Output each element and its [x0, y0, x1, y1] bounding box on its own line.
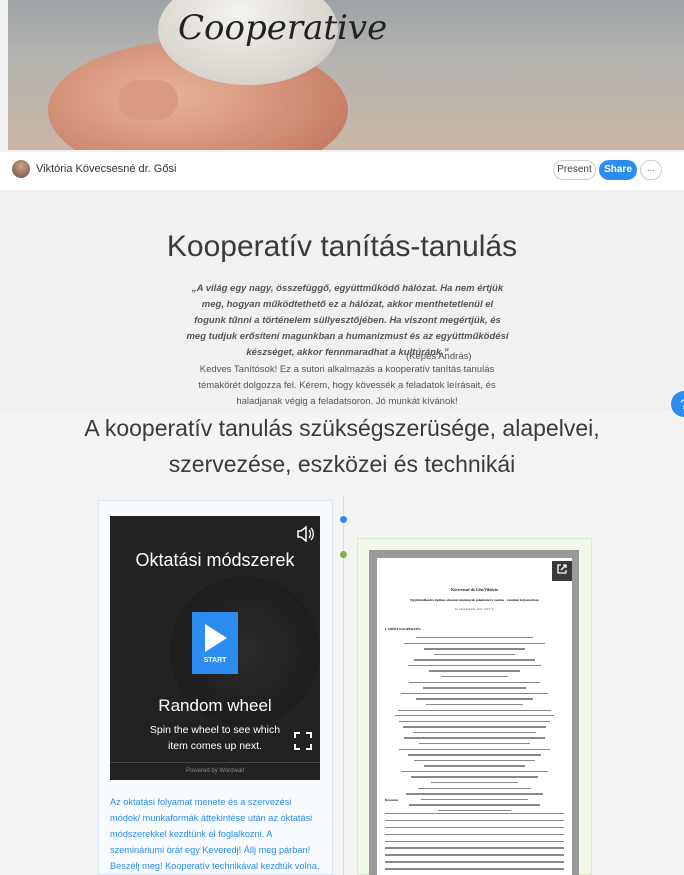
- speaker-icon[interactable]: [296, 525, 314, 547]
- quote: „A világ egy nagy, összefüggő, együttműk…: [186, 283, 509, 358]
- start-label: START: [203, 657, 227, 664]
- play-icon: [205, 624, 227, 652]
- document-text-lines: [385, 813, 564, 875]
- start-button[interactable]: START: [192, 612, 238, 674]
- more-options-button[interactable]: ...: [640, 160, 662, 180]
- share-button[interactable]: Share: [599, 160, 637, 180]
- hero-stone-text: Cooperative: [178, 8, 388, 48]
- author-bar: Viktória Kövecsesné dr. Gősi Present Sha…: [0, 152, 684, 190]
- page-title: Kooperatív tanítás-tanulás: [166, 230, 518, 263]
- document-title: Együttműködve tipikus oktatási módszerek…: [410, 598, 539, 602]
- document-author: Kövecsesné dr. Gősi Viktória: [451, 588, 498, 592]
- open-external-icon[interactable]: [552, 561, 572, 581]
- document-text-lines: [391, 637, 558, 816]
- card-text: Az oktatási folyamat menete és a szervez…: [110, 797, 320, 871]
- wheel-name: Random wheel: [158, 696, 272, 715]
- hero-image: Cooperative: [8, 0, 684, 150]
- timeline-dot: [340, 516, 347, 523]
- expand-icon[interactable]: [294, 732, 312, 753]
- present-button[interactable]: Present: [553, 160, 596, 180]
- random-wheel-embed[interactable]: Oktatási módszerek START Random wheel Sp…: [110, 516, 320, 780]
- document-section-heading: Bevezetés: [385, 798, 399, 802]
- wheel-title: Oktatási módszerek: [135, 550, 295, 570]
- quote-author: (Kepes András): [406, 351, 472, 362]
- document-section-heading: I. MIÉRT KOOPERATÍV: [385, 627, 421, 631]
- document-meta: In: Iskolakultúra, 2015. XXV. 4.: [455, 607, 494, 611]
- powered-by[interactable]: Powered by Wordwall: [110, 768, 320, 774]
- timeline-dot: [340, 551, 347, 558]
- avatar[interactable]: [12, 160, 30, 178]
- divider: [110, 762, 320, 763]
- wheel-description: Spin the wheel to see which item comes u…: [149, 724, 281, 752]
- document-page[interactable]: Kövecsesné dr. Gősi Viktória Együttműköd…: [377, 558, 572, 875]
- section-title: A kooperatív tanulás szükségszerüsége, a…: [84, 415, 600, 477]
- author-name[interactable]: Viktória Kövecsesné dr. Gősi: [36, 163, 176, 175]
- finger-shape: [118, 80, 178, 120]
- intro-text: Kedves Tanítósok! Ez a sutori alkalmazás…: [198, 364, 496, 407]
